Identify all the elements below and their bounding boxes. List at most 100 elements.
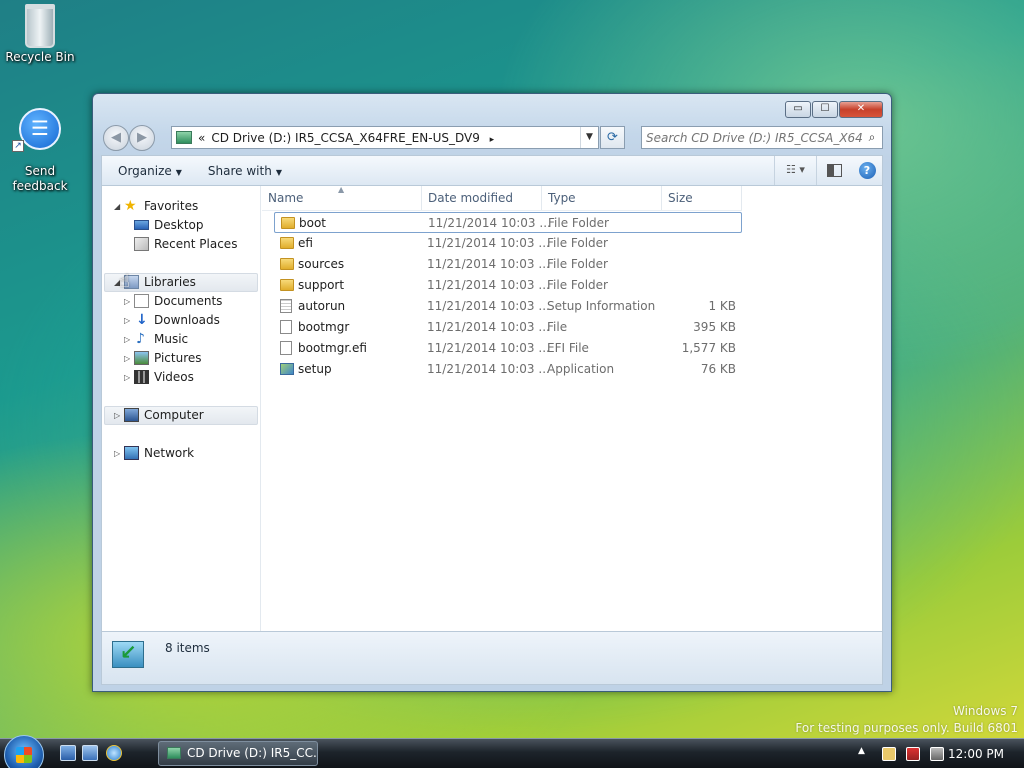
expand-triangle-icon[interactable]: ▷ bbox=[124, 368, 134, 387]
expand-triangle-icon[interactable]: ▷ bbox=[114, 406, 124, 425]
nav-item-label: Computer bbox=[144, 408, 204, 422]
details-pane: 8 items bbox=[101, 632, 883, 685]
column-header-label: Type bbox=[548, 191, 576, 205]
quicklaunch-switch-windows-icon[interactable] bbox=[82, 745, 98, 761]
file-date: 11/21/2014 10:03 ... bbox=[427, 236, 550, 250]
taskbar-button-label: CD Drive (D:) IR5_CC... bbox=[187, 746, 318, 760]
forward-button[interactable]: ▶ bbox=[129, 125, 155, 151]
refresh-button[interactable]: ⟳ bbox=[600, 126, 625, 149]
show-hidden-icons-button[interactable]: ▲ bbox=[858, 746, 865, 756]
file-name: support bbox=[298, 278, 345, 292]
address-path[interactable]: CD Drive (D:) IR5_CCSA_X64FRE_EN-US_DV9 … bbox=[211, 131, 580, 145]
organize-button[interactable]: Organize ▼ bbox=[108, 159, 192, 183]
network-tray-icon[interactable] bbox=[906, 747, 920, 761]
quicklaunch-internet-explorer-icon[interactable] bbox=[106, 745, 122, 761]
setup-info-icon bbox=[280, 299, 292, 313]
help-icon: ? bbox=[858, 162, 876, 179]
column-header-type[interactable]: Type bbox=[542, 186, 662, 210]
file-icon bbox=[280, 320, 292, 334]
file-row-bootmgr-efi[interactable]: bootmgr.efi 11/21/2014 10:03 ... EFI Fil… bbox=[274, 338, 742, 359]
close-button[interactable]: ✕ bbox=[839, 101, 883, 118]
address-path-segment[interactable]: CD Drive (D:) IR5_CCSA_X64FRE_EN-US_DV9 bbox=[211, 131, 480, 145]
computer-icon bbox=[124, 408, 139, 422]
folder-icon bbox=[280, 258, 294, 270]
search-box[interactable]: ⌕ bbox=[641, 126, 883, 149]
preview-pane-button[interactable] bbox=[816, 156, 852, 185]
file-list[interactable]: Name ▲ Date modified Type Size boot 11/2… bbox=[262, 185, 882, 631]
maximize-button[interactable]: ☐ bbox=[812, 101, 838, 118]
file-type: Setup Information bbox=[547, 299, 656, 313]
column-header-date-modified[interactable]: Date modified bbox=[422, 186, 542, 210]
file-name: bootmgr.efi bbox=[298, 341, 367, 355]
quicklaunch-show-desktop-icon[interactable] bbox=[60, 745, 76, 761]
expand-triangle-icon[interactable]: ▷ bbox=[124, 330, 134, 349]
file-size: 1,577 KB bbox=[681, 341, 736, 355]
file-row-bootmgr[interactable]: bootmgr 11/21/2014 10:03 ... File 395 KB bbox=[274, 317, 742, 338]
folder-icon bbox=[280, 237, 294, 249]
navigation-pane[interactable]: ◢ ★ Favorites Desktop Recent Places ◢ Li… bbox=[102, 186, 261, 631]
minimize-button[interactable]: ▭ bbox=[785, 101, 811, 118]
file-icon bbox=[280, 341, 292, 355]
address-separator[interactable]: ▸ bbox=[490, 135, 495, 145]
watermark-line-1: Windows 7 bbox=[952, 704, 1018, 718]
clock[interactable]: 12:00 PM bbox=[948, 739, 1004, 768]
column-header-label: Size bbox=[668, 191, 693, 205]
expand-triangle-icon[interactable]: ▷ bbox=[124, 311, 134, 330]
desktop-icon bbox=[134, 220, 149, 230]
file-size: 76 KB bbox=[700, 362, 736, 376]
expand-triangle-icon[interactable]: ▷ bbox=[114, 444, 124, 463]
taskbar: CD Drive (D:) IR5_CC... ▲ 12:00 PM bbox=[0, 735, 1024, 768]
collapse-triangle-icon[interactable]: ◢ bbox=[114, 197, 124, 216]
start-button[interactable] bbox=[4, 735, 44, 768]
column-header-name[interactable]: Name ▲ bbox=[262, 185, 422, 210]
nav-item-label: Documents bbox=[154, 294, 223, 308]
file-row-sources[interactable]: sources 11/21/2014 10:03 ... File Folder bbox=[274, 254, 742, 275]
sort-ascending-icon: ▲ bbox=[338, 185, 345, 194]
file-name: autorun bbox=[298, 299, 346, 313]
command-bar: Organize ▼ Share with ▼ ☷ ▾ ? bbox=[101, 155, 883, 185]
hand-cursor-icon: ☝ bbox=[119, 271, 130, 292]
volume-muted-icon[interactable] bbox=[930, 747, 944, 761]
network-icon bbox=[124, 446, 139, 460]
search-icon[interactable]: ⌕ bbox=[862, 130, 882, 145]
expand-triangle-icon[interactable]: ▷ bbox=[124, 292, 134, 311]
taskbar-button-explorer[interactable]: CD Drive (D:) IR5_CC... bbox=[158, 741, 318, 766]
share-with-button[interactable]: Share with ▼ bbox=[198, 159, 292, 183]
expand-triangle-icon[interactable]: ▷ bbox=[124, 349, 134, 368]
search-input[interactable] bbox=[642, 130, 862, 145]
file-date: 11/21/2014 10:03 ... bbox=[427, 341, 550, 355]
address-dropdown-button[interactable]: ▼ bbox=[580, 127, 598, 148]
back-arrow-icon: ◀ bbox=[111, 130, 121, 145]
change-view-button[interactable]: ☷ ▾ bbox=[774, 156, 816, 185]
send-feedback-icon: ☰ bbox=[19, 108, 61, 150]
file-date: 11/21/2014 10:03 ... bbox=[427, 362, 550, 376]
help-button[interactable]: ? bbox=[852, 156, 882, 185]
file-row-boot[interactable]: boot 11/21/2014 10:03 ... File Folder bbox=[274, 212, 742, 233]
file-row-setup[interactable]: setup 11/21/2014 10:03 ... Application 7… bbox=[274, 359, 742, 380]
cd-drive-icon bbox=[176, 131, 192, 144]
address-overflow-chevron[interactable]: « bbox=[198, 131, 205, 145]
desktop-icon-send-feedback[interactable]: ☰ ↗ Send feedback bbox=[0, 108, 80, 194]
chevron-down-icon: ▼ bbox=[275, 167, 282, 177]
music-icon: ♪ bbox=[136, 331, 145, 347]
view-list-icon: ☷ ▾ bbox=[786, 163, 805, 176]
forward-arrow-icon: ▶ bbox=[137, 130, 147, 145]
back-button[interactable]: ◀ bbox=[103, 125, 129, 151]
folder-icon bbox=[280, 279, 294, 291]
file-row-support[interactable]: support 11/21/2014 10:03 ... File Folder bbox=[274, 275, 742, 296]
column-header-size[interactable]: Size bbox=[662, 186, 742, 210]
file-row-autorun[interactable]: autorun 11/21/2014 10:03 ... Setup Infor… bbox=[274, 296, 742, 317]
documents-icon bbox=[134, 294, 149, 308]
file-type: File Folder bbox=[547, 257, 608, 271]
address-bar[interactable]: « CD Drive (D:) IR5_CCSA_X64FRE_EN-US_DV… bbox=[171, 126, 599, 149]
chevron-down-icon: ▼ bbox=[586, 132, 593, 142]
nav-item-label: Videos bbox=[154, 370, 194, 384]
watermark-line-2: For testing purposes only. Build 6801 bbox=[795, 721, 1018, 735]
file-size: 395 KB bbox=[693, 320, 736, 334]
action-center-icon[interactable] bbox=[882, 747, 896, 761]
nav-item-label: Desktop bbox=[154, 218, 204, 232]
desktop-icon-label: Send feedback bbox=[12, 164, 68, 193]
file-row-efi[interactable]: efi 11/21/2014 10:03 ... File Folder bbox=[274, 233, 742, 254]
desktop-icon-recycle-bin[interactable]: Recycle Bin bbox=[0, 4, 80, 65]
recycle-bin-icon bbox=[25, 4, 55, 48]
